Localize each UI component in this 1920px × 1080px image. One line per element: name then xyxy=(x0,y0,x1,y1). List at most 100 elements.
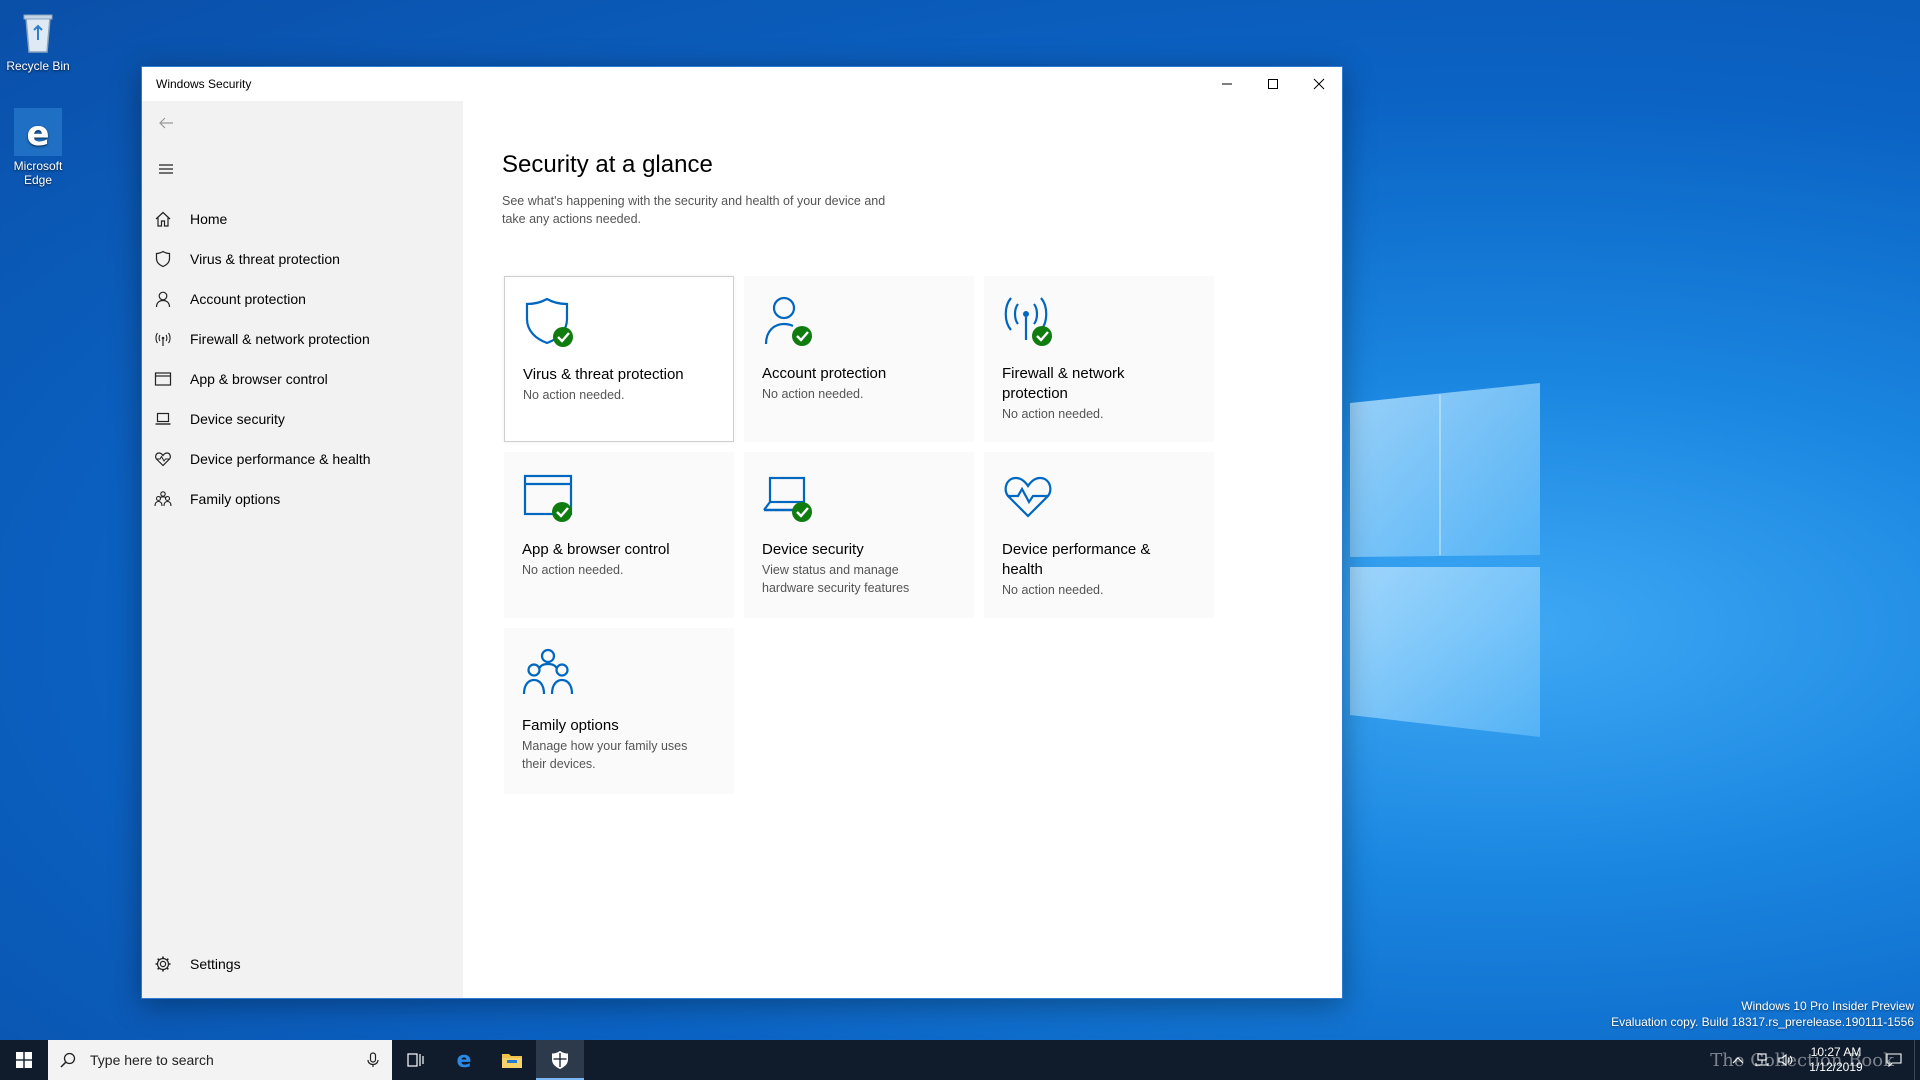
watermark-line: Evaluation copy. Build 18317.rs_prerelea… xyxy=(1611,1015,1914,1029)
sidebar-nav: Home Virus & threat protection Account p… xyxy=(142,199,463,519)
tile-app-browser[interactable]: App & browser control No action needed. xyxy=(504,452,734,618)
minimize-button[interactable] xyxy=(1204,67,1250,101)
desktop-icon-label: Microsoft Edge xyxy=(13,159,63,187)
sidebar-item-device-security[interactable]: Device security xyxy=(142,399,463,439)
search-icon xyxy=(60,1052,76,1068)
desktop-icon-edge[interactable]: e Microsoft Edge xyxy=(4,108,72,187)
close-button[interactable] xyxy=(1296,67,1342,101)
back-button[interactable] xyxy=(152,109,180,137)
svg-text:e: e xyxy=(457,1049,472,1071)
edge-icon: e xyxy=(457,1049,472,1071)
build-watermark: Windows 10 Pro Insider Preview Evaluatio… xyxy=(1611,998,1914,1030)
maximize-icon xyxy=(1268,79,1278,89)
browser-window-icon xyxy=(154,370,172,388)
microphone-icon[interactable] xyxy=(366,1052,380,1068)
tray-overflow-button[interactable] xyxy=(1726,1040,1750,1080)
heart-icon xyxy=(154,450,172,468)
maximize-button[interactable] xyxy=(1250,67,1296,101)
windows-security-icon xyxy=(552,1051,568,1069)
browser-check-icon xyxy=(522,470,578,526)
sidebar-item-settings[interactable]: Settings xyxy=(142,944,463,984)
speaker-icon xyxy=(1778,1053,1793,1067)
tile-device-security[interactable]: Device security View status and manage h… xyxy=(744,452,974,618)
sidebar-item-label: Home xyxy=(190,211,228,227)
main-content: Security at a glance See what's happenin… xyxy=(463,101,1342,998)
sidebar-item-app-browser[interactable]: App & browser control xyxy=(142,359,463,399)
tile-status: No action needed. xyxy=(1002,583,1104,597)
tile-status: Manage how your family uses their device… xyxy=(522,739,688,771)
taskbar-windows-security[interactable] xyxy=(536,1040,584,1080)
family-icon xyxy=(522,646,578,702)
taskbar-edge[interactable]: e xyxy=(440,1040,488,1080)
notification-icon xyxy=(1886,1053,1902,1067)
tile-account[interactable]: Account protection No action needed. xyxy=(744,276,974,442)
windows-logo-wallpaper xyxy=(1350,383,1540,737)
tile-title: App & browser control xyxy=(522,541,670,558)
taskbar: e 10:27 AM 1/12/2019 xyxy=(0,1040,1920,1080)
sidebar-item-label: Family options xyxy=(190,491,281,507)
home-icon xyxy=(154,210,172,228)
tile-status: No action needed. xyxy=(762,387,864,401)
taskbar-search-box[interactable] xyxy=(48,1040,392,1080)
clock-time: 10:27 AM xyxy=(1810,1045,1862,1059)
tile-title: Family options xyxy=(522,717,619,734)
person-icon xyxy=(154,290,172,308)
taskbar-clock[interactable]: 10:27 AM 1/12/2019 xyxy=(1798,1045,1874,1075)
antenna-check-icon xyxy=(1002,294,1058,350)
sidebar-item-family[interactable]: Family options xyxy=(142,479,463,519)
tile-title: Firewall & network protection xyxy=(1002,365,1125,402)
network-button[interactable] xyxy=(1750,1040,1774,1080)
tile-status: View status and manage hardware security… xyxy=(762,563,910,595)
system-tray: 10:27 AM 1/12/2019 xyxy=(1726,1040,1920,1080)
watermark-line: Windows 10 Pro Insider Preview xyxy=(1741,999,1914,1013)
clock-date: 1/12/2019 xyxy=(1809,1060,1863,1074)
svg-text:e: e xyxy=(26,114,49,154)
sidebar-item-firewall[interactable]: Firewall & network protection xyxy=(142,319,463,359)
desktop-icon-label: Recycle Bin xyxy=(6,59,70,73)
hamburger-icon xyxy=(159,164,173,174)
laptop-check-icon xyxy=(762,470,818,526)
sidebar-item-account[interactable]: Account protection xyxy=(142,279,463,319)
show-desktop-button[interactable] xyxy=(1914,1040,1920,1080)
tile-performance[interactable]: Device performance & health No action ne… xyxy=(984,452,1214,618)
tile-title: Virus & threat protection xyxy=(523,366,684,383)
action-center-button[interactable] xyxy=(1874,1040,1914,1080)
tile-status: No action needed. xyxy=(522,563,624,577)
file-explorer-icon xyxy=(502,1054,522,1068)
sidebar-item-label: Device security xyxy=(190,411,285,427)
tile-title: Device security xyxy=(762,541,864,558)
tile-title: Device performance & health xyxy=(1002,541,1151,578)
heart-pulse-icon xyxy=(1002,470,1058,526)
tile-virus-threat[interactable]: Virus & threat protection No action need… xyxy=(504,276,734,442)
chevron-up-icon xyxy=(1732,1057,1744,1064)
sidebar-item-home[interactable]: Home xyxy=(142,199,463,239)
person-check-icon xyxy=(762,294,818,350)
title-bar[interactable]: Windows Security xyxy=(142,67,1342,101)
windows-security-window: Windows Security Home Virus & threat pro… xyxy=(141,66,1343,999)
back-arrow-icon xyxy=(159,117,173,129)
minimize-icon xyxy=(1222,83,1232,85)
start-button[interactable] xyxy=(0,1040,48,1080)
family-icon xyxy=(154,490,172,508)
tile-status: No action needed. xyxy=(523,388,625,402)
search-input[interactable] xyxy=(90,1052,366,1068)
sidebar-item-performance[interactable]: Device performance & health xyxy=(142,439,463,479)
sidebar: Home Virus & threat protection Account p… xyxy=(142,101,463,998)
taskbar-file-explorer[interactable] xyxy=(488,1040,536,1080)
desktop-icon-recycle-bin[interactable]: Recycle Bin xyxy=(4,8,72,73)
menu-button[interactable] xyxy=(152,155,180,183)
sidebar-item-label: App & browser control xyxy=(190,371,328,387)
shield-check-icon xyxy=(523,295,579,351)
tile-family[interactable]: Family options Manage how your family us… xyxy=(504,628,734,794)
sidebar-item-virus-threat[interactable]: Virus & threat protection xyxy=(142,239,463,279)
network-icon xyxy=(1755,1053,1769,1066)
tile-firewall[interactable]: Firewall & network protection No action … xyxy=(984,276,1214,442)
shield-icon xyxy=(154,250,172,268)
volume-button[interactable] xyxy=(1774,1040,1798,1080)
close-icon xyxy=(1313,78,1325,90)
page-title: Security at a glance xyxy=(502,151,713,178)
task-view-button[interactable] xyxy=(392,1040,440,1080)
sidebar-item-label: Settings xyxy=(190,956,241,972)
laptop-icon xyxy=(154,410,172,428)
sidebar-item-label: Virus & threat protection xyxy=(190,251,340,267)
